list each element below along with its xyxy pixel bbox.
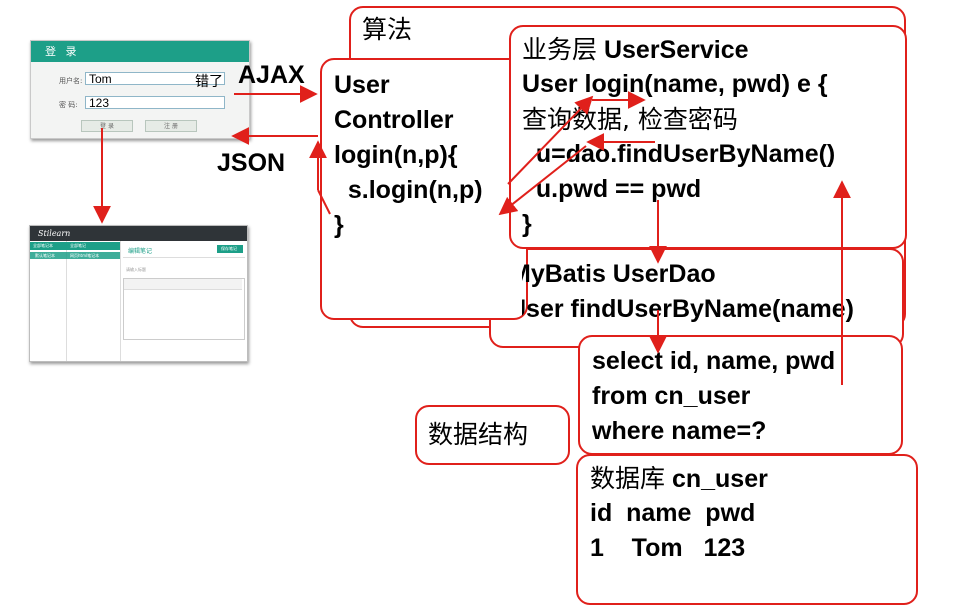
call-service-arrow [507, 95, 594, 185]
controller-return-tail [317, 189, 331, 215]
flow-arrows [93, 85, 851, 385]
